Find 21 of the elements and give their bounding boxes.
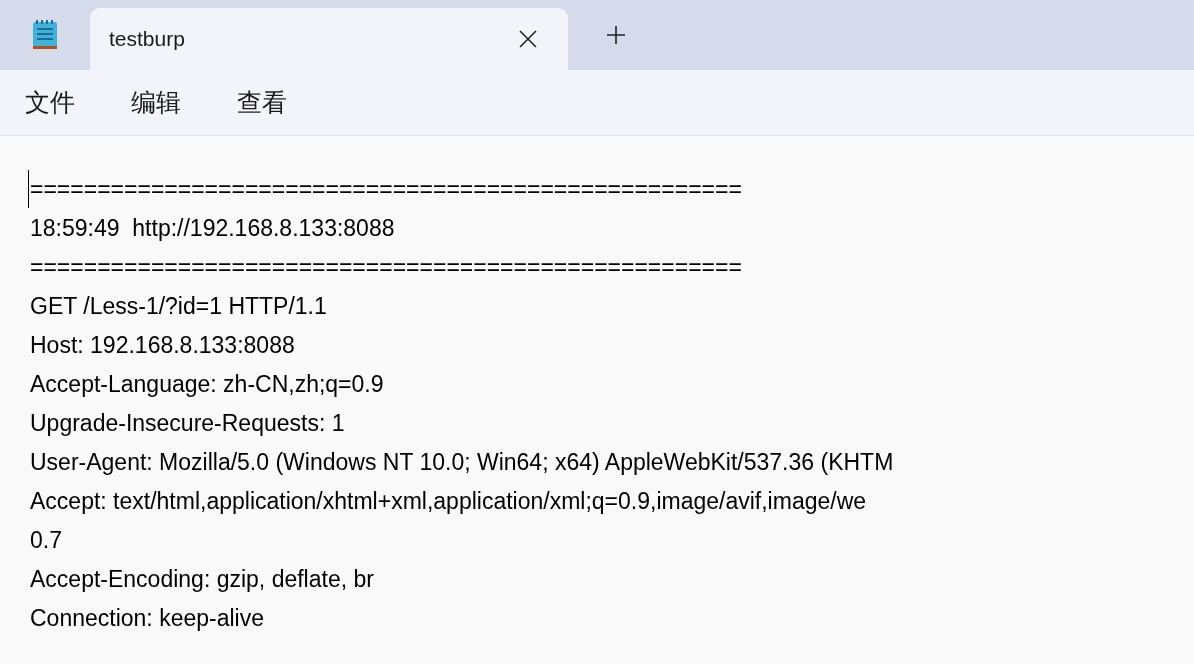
- document-tab[interactable]: testburp: [90, 8, 568, 70]
- text-line: 18:59:49 http://192.168.8.133:8088: [30, 215, 395, 242]
- text-line: Accept: text/html,application/xhtml+xml,application/xml;q=0.9,image/avif,image/we: [30, 488, 867, 515]
- text-line: Host: 192.168.8.133:8088: [30, 332, 295, 359]
- menu-item[interactable]: 查看: [237, 86, 287, 119]
- text-line: User-Agent: Mozilla/5.0 (Windows NT 10.0; Win64; x64) AppleWebKit/537.36 (KHTM: [30, 449, 894, 476]
- menu-item[interactable]: 编辑: [131, 86, 181, 119]
- notepad-icon: [32, 19, 58, 51]
- close-icon[interactable]: [518, 29, 538, 49]
- menu-item[interactable]: 文件: [25, 86, 75, 119]
- text-line: =====================================================: [30, 176, 742, 203]
- text-line: Accept-Encoding: gzip, deflate, br: [30, 566, 374, 593]
- text-line: Accept-Language: zh-CN,zh;q=0.9: [30, 371, 384, 398]
- add-tab-icon[interactable]: [606, 25, 626, 45]
- text-cursor: [28, 170, 29, 208]
- tab-title: testburp: [109, 27, 186, 51]
- text-line: 0.7: [30, 527, 62, 554]
- text-line: Connection: keep-alive: [30, 605, 264, 632]
- text-line: =====================================================: [30, 254, 742, 281]
- text-line: GET /Less-1/?id=1 HTTP/1.1: [30, 293, 327, 320]
- text-line: Upgrade-Insecure-Requests: 1: [30, 410, 345, 437]
